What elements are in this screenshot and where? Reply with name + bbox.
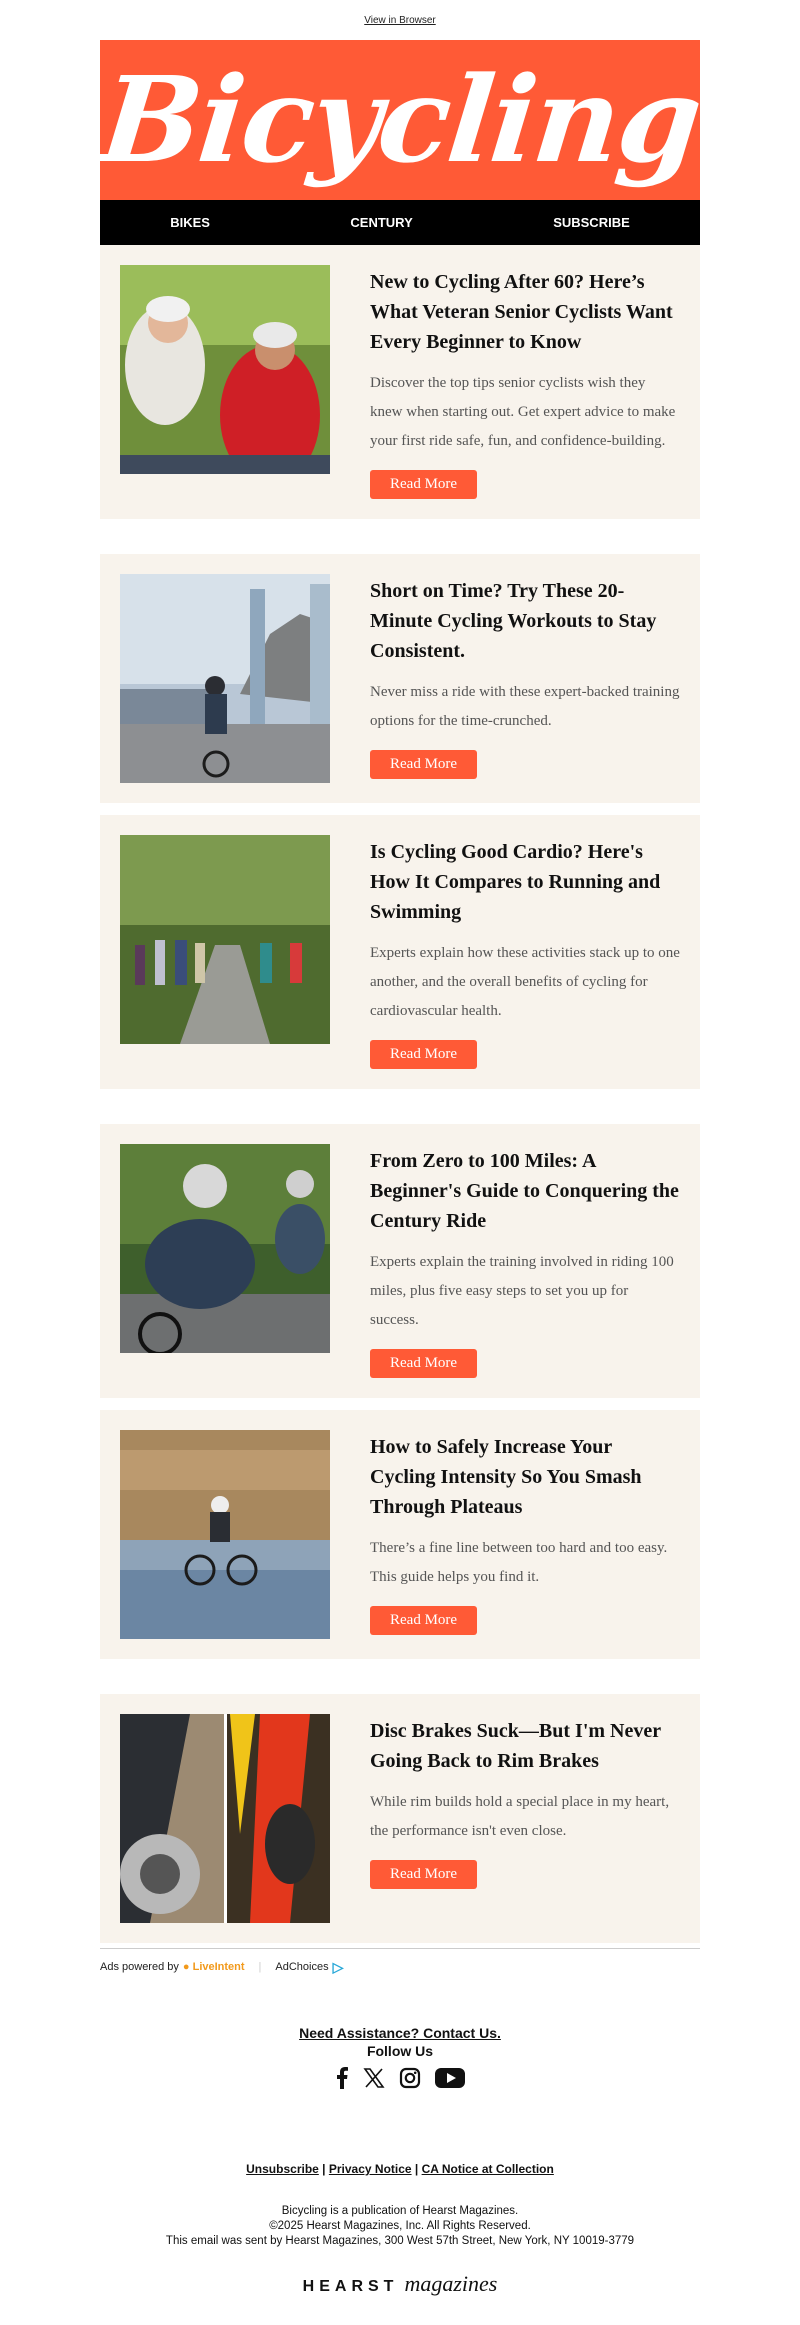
read-more-button[interactable]: Read More <box>370 750 478 779</box>
article-card: Is Cycling Good Cardio? Here's How It Co… <box>100 815 700 1089</box>
liveintent-logo[interactable]: ● LiveIntent <box>183 1961 245 1973</box>
article-card: How to Safely Increase Your Cycling Inte… <box>100 1410 700 1659</box>
hearst-magazines-logo[interactable]: HEARST magazines <box>100 2271 700 2297</box>
legal-line-1: Bicycling is a publication of Hearst Mag… <box>281 2205 519 2217</box>
unsubscribe-link[interactable]: Unsubscribe <box>246 2162 319 2176</box>
article-image-runners-cyclists[interactable] <box>120 835 330 1044</box>
article-image-blurred-rider[interactable] <box>120 1430 330 1639</box>
article-title[interactable]: New to Cycling After 60? Here’s What Vet… <box>370 267 680 357</box>
article-card: From Zero to 100 Miles: A Beginner's Gui… <box>100 1124 700 1398</box>
instagram-icon[interactable] <box>399 2067 421 2094</box>
legal-line-2: ©2025 Hearst Magazines, Inc. All Rights … <box>269 2220 531 2232</box>
adchoices-icon[interactable]: ▷ <box>333 1959 344 1976</box>
article-image-brakes[interactable] <box>120 1714 330 1923</box>
contact-us-link[interactable]: Need Assistance? Contact Us. <box>100 2025 700 2041</box>
article-title[interactable]: Is Cycling Good Cardio? Here's How It Co… <box>370 837 680 927</box>
social-links <box>100 2067 700 2094</box>
article-summary: There’s a fine line between too hard and… <box>370 1540 668 1585</box>
article-text: How to Safely Increase Your Cycling Inte… <box>330 1430 680 1639</box>
magazines-wordmark: magazines <box>404 2271 498 2296</box>
read-more-button[interactable]: Read More <box>370 1040 478 1069</box>
footer-links: Unsubscribe | Privacy Notice | CA Notice… <box>246 2162 554 2176</box>
article-text: New to Cycling After 60? Here’s What Vet… <box>330 265 680 499</box>
article-title[interactable]: Disc Brakes Suck—But I'm Never Going Bac… <box>370 1716 680 1776</box>
article-summary: Discover the top tips senior cyclists wi… <box>370 375 676 449</box>
nav-bar: BIKES CENTURY SUBSCRIBE <box>100 200 700 245</box>
liveintent-label: LiveIntent <box>192 1961 245 1973</box>
ca-notice-link[interactable]: CA Notice at Collection <box>422 2162 554 2176</box>
hearst-wordmark: HEARST <box>302 2278 399 2295</box>
article-card: Short on Time? Try These 20-Minute Cycli… <box>100 554 700 803</box>
ads-bar: Ads powered by ● LiveIntent | AdChoices … <box>100 1948 700 1977</box>
article-title[interactable]: From Zero to 100 Miles: A Beginner's Gui… <box>370 1146 680 1236</box>
adchoices-label[interactable]: AdChoices <box>275 1961 328 1973</box>
nav-subscribe[interactable]: SUBSCRIBE <box>553 215 630 230</box>
read-more-button[interactable]: Read More <box>370 470 478 499</box>
read-more-button[interactable]: Read More <box>370 1349 478 1378</box>
article-summary: While rim builds hold a special place in… <box>370 1794 670 1839</box>
article-card: Disc Brakes Suck—But I'm Never Going Bac… <box>100 1694 700 1943</box>
legal-text: Bicycling is a publication of Hearst Mag… <box>100 2204 700 2249</box>
article-card: New to Cycling After 60? Here’s What Vet… <box>100 245 700 519</box>
article-text: Disc Brakes Suck—But I'm Never Going Bac… <box>330 1714 680 1923</box>
legal-line-3: This email was sent by Hearst Magazines,… <box>165 2235 635 2247</box>
article-text: Short on Time? Try These 20-Minute Cycli… <box>330 574 680 783</box>
nav-bikes[interactable]: BIKES <box>170 215 210 230</box>
topbar: View in Browser <box>100 0 700 40</box>
x-icon[interactable] <box>363 2067 385 2094</box>
article-image-city-rider[interactable] <box>120 574 330 783</box>
email-container: View in Browser Bicycling BIKES CENTURY … <box>94 0 706 2297</box>
youtube-icon[interactable] <box>435 2067 465 2094</box>
article-title[interactable]: Short on Time? Try These 20-Minute Cycli… <box>370 576 680 666</box>
article-summary: Experts explain the training involved in… <box>370 1254 674 1328</box>
divider: | <box>258 1961 262 1973</box>
brand-banner[interactable]: Bicycling <box>94 40 706 200</box>
footer: Need Assistance? Contact Us. Follow Us U… <box>100 2025 700 2297</box>
article-summary: Experts explain how these activities sta… <box>370 945 680 1019</box>
article-title[interactable]: How to Safely Increase Your Cycling Inte… <box>370 1432 680 1522</box>
article-text: Is Cycling Good Cardio? Here's How It Co… <box>330 835 680 1069</box>
privacy-notice-link[interactable]: Privacy Notice <box>329 2162 412 2176</box>
read-more-button[interactable]: Read More <box>370 1860 478 1889</box>
view-in-browser-link[interactable]: View in Browser <box>364 15 436 26</box>
article-summary: Never miss a ride with these expert-back… <box>370 684 680 729</box>
article-image-senior-cyclists[interactable] <box>120 265 330 474</box>
bicycling-logo: Bicycling <box>94 50 706 189</box>
facebook-icon[interactable] <box>335 2067 349 2094</box>
nav-century[interactable]: CENTURY <box>350 215 412 230</box>
follow-us-label: Follow Us <box>366 2043 434 2059</box>
article-image-century-ride[interactable] <box>120 1144 330 1353</box>
article-text: From Zero to 100 Miles: A Beginner's Gui… <box>330 1144 680 1378</box>
read-more-button[interactable]: Read More <box>370 1606 478 1635</box>
ads-powered-by-label: Ads powered by <box>100 1961 179 1973</box>
